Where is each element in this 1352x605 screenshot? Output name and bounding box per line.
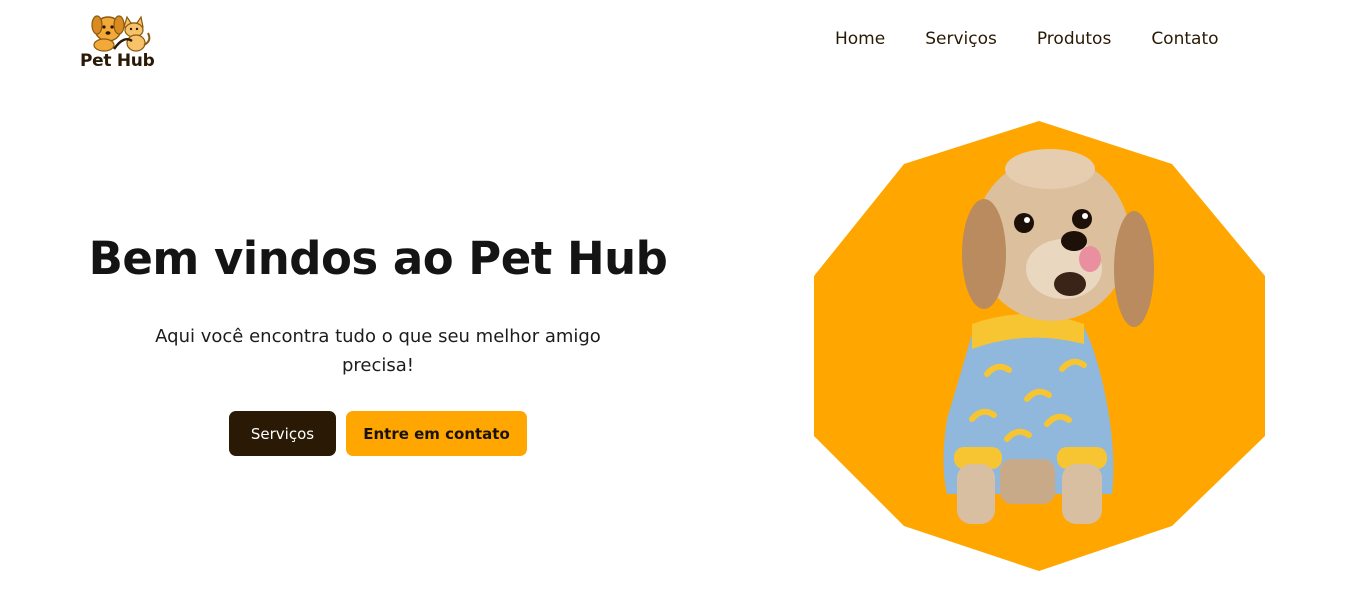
contact-button[interactable]: Entre em contato xyxy=(346,411,527,456)
hero-image xyxy=(812,119,1266,573)
nav-item-produtos[interactable]: Produtos xyxy=(1037,29,1111,49)
nav-item-home[interactable]: Home xyxy=(835,29,885,49)
dog-and-cat-icon xyxy=(91,15,151,52)
nav-item-servicos[interactable]: Serviços xyxy=(925,29,997,49)
site-header: Pet Hub Home Serviços Produtos Contato xyxy=(0,0,1352,80)
nav-item-contato[interactable]: Contato xyxy=(1151,29,1218,49)
main-nav: Home Serviços Produtos Contato xyxy=(835,29,1219,49)
servicos-button[interactable]: Serviços xyxy=(229,411,336,456)
hero-subtitle: Aqui você encontra tudo o que seu melhor… xyxy=(155,326,601,376)
dog-in-banana-pajamas-image xyxy=(814,121,1265,571)
hero-title: Bem vindos ao Pet Hub xyxy=(88,232,668,285)
logo-text: Pet Hub xyxy=(80,51,155,71)
logo[interactable]: Pet Hub xyxy=(78,5,158,71)
